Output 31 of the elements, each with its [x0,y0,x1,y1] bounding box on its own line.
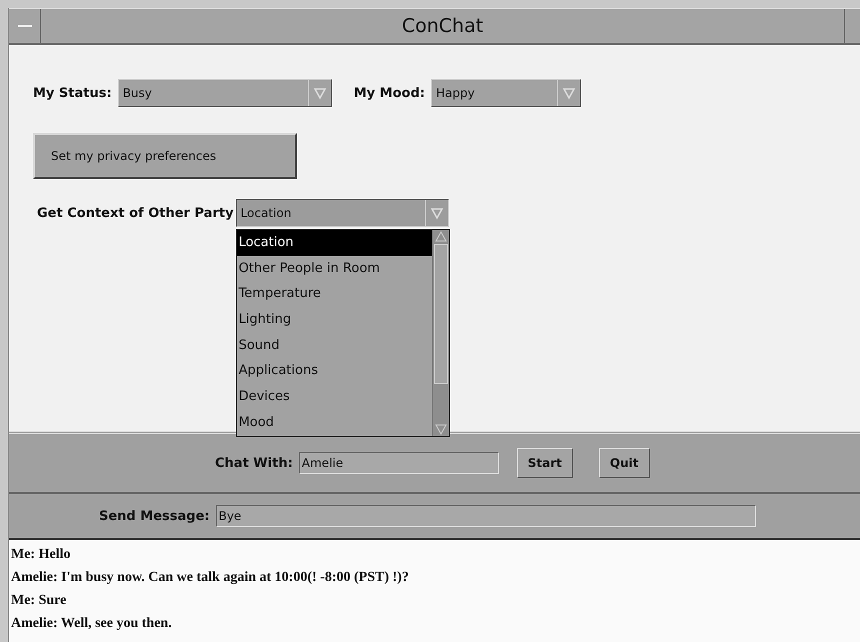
chat-message: Me: Hello [11,546,72,564]
chat-message: Amelie: I'm busy now. Can we talk again at 10:00(! -8:00 (PST) !)? [11,569,410,587]
action-button[interactable]: Start [516,448,573,478]
status-label: My Status: [33,86,112,100]
mood-dropdown[interactable]: Happy [430,79,581,107]
chat-message: Me: Sure [11,592,68,610]
dropdown-option[interactable]: Applications [236,358,432,384]
dropdown-option[interactable]: Other People in Room [236,256,432,282]
action-button[interactable]: Quit [598,448,650,478]
scroll-up-icon [434,230,448,242]
scrollbar[interactable] [432,230,449,436]
scroll-down-icon [434,424,448,436]
dropdown-option[interactable]: Location [236,230,432,256]
scroll-thumb[interactable] [434,244,448,384]
privacy-button[interactable]: Set my privacy preferences [33,133,297,179]
dropdown-option[interactable]: Lighting [236,307,432,333]
window-title: ConChat [400,15,484,37]
context-dropdown[interactable]: Location [236,199,449,227]
chat-message: Amelie: Well, see you then. [11,615,173,633]
context-label: Get Context of Other Party [37,206,234,220]
dropdown-option[interactable]: Mood [236,410,432,436]
status-dropdown[interactable]: Busy [118,79,332,107]
send-message-label: Send Message: [99,508,210,524]
chat-with-label: Chat With: [215,456,293,470]
message-field[interactable]: Bye [216,505,756,527]
dropdown-option[interactable]: Temperature [236,281,432,308]
chat-with-field[interactable]: Amelie [298,452,499,474]
dropdown-option[interactable]: Sound [236,332,432,358]
dropdown-option[interactable]: Devices [236,384,432,410]
mood-label: My Mood: [354,86,425,100]
minus-icon [18,24,32,28]
